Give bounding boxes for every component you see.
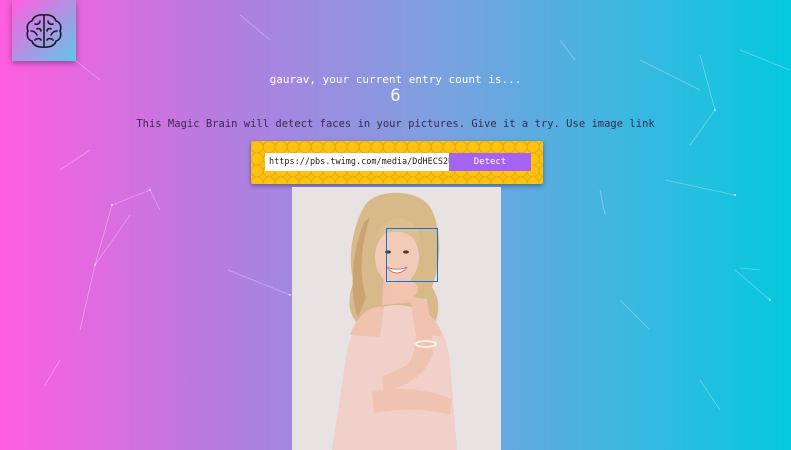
image-link-form: https://pbs.twimg.com/media/DdHECS2U Det…: [251, 141, 543, 184]
brain-icon: [26, 13, 62, 48]
detect-button[interactable]: Detect: [449, 153, 531, 171]
input-image: [292, 187, 501, 450]
intro-text: This Magic Brain will detect faces in yo…: [136, 118, 655, 130]
entry-count-value: 6: [390, 86, 401, 106]
entry-count-label: gaurav, your current entry count is...: [269, 73, 522, 86]
portrait-photo: [292, 187, 501, 450]
face-bounding-box: [386, 228, 438, 282]
image-url-input[interactable]: https://pbs.twimg.com/media/DdHECS2U: [265, 153, 449, 171]
logo[interactable]: [12, 0, 76, 61]
